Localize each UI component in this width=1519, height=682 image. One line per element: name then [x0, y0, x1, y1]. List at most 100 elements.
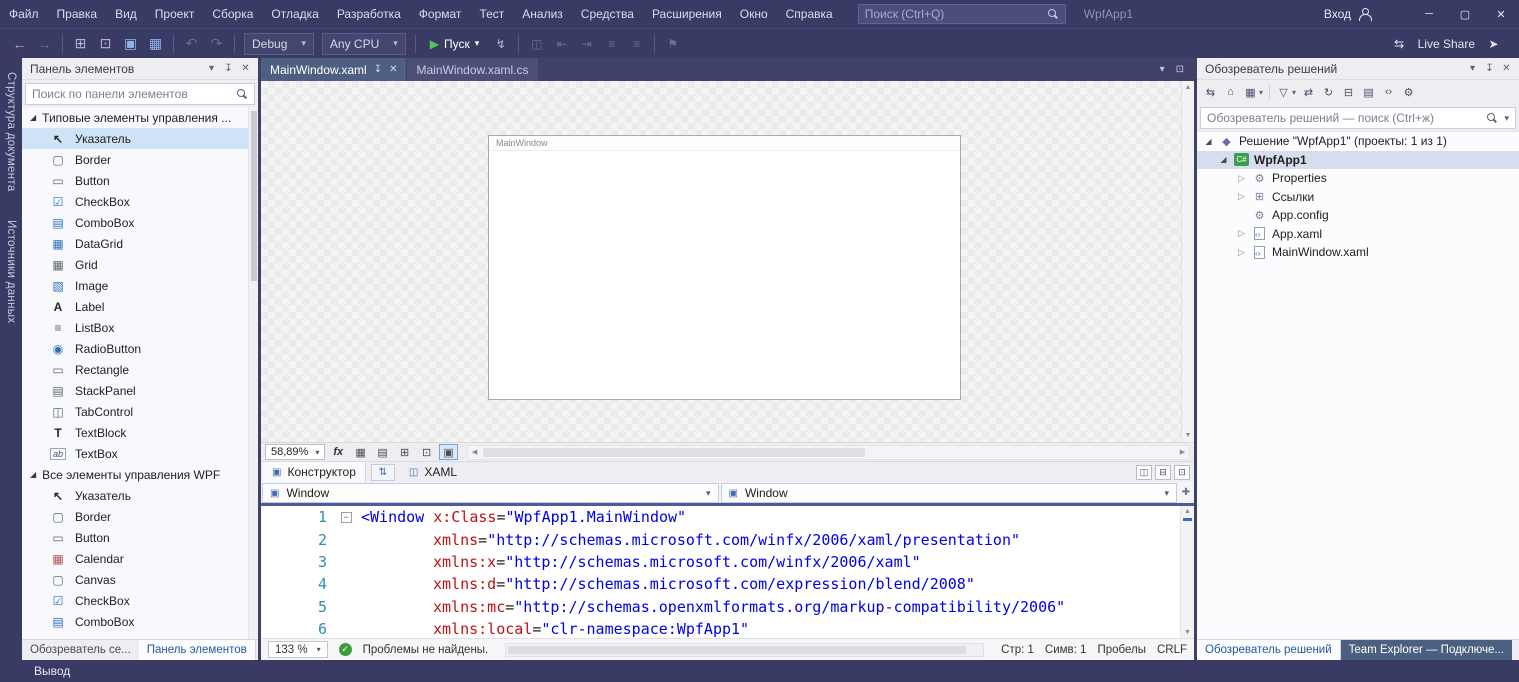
float-window-icon[interactable]: ⊡ — [1176, 64, 1184, 75]
code-line[interactable]: 3 xmlns:x="http://schemas.microsoft.com/… — [261, 551, 1180, 573]
code-line[interactable]: 4 xmlns:d="http://schemas.microsoft.com/… — [261, 573, 1180, 595]
decrease-indent-icon[interactable]: ⇤ — [550, 32, 573, 56]
pin-icon[interactable]: ↧ — [1481, 63, 1498, 74]
tree-row-mainwindow-xaml[interactable]: ▷ MainWindow.xaml — [1197, 243, 1519, 262]
sign-in-button[interactable]: Вход — [1324, 7, 1371, 21]
tree-row-solution[interactable]: ◢ ◆ Решение "WpfApp1" (проекты: 1 из 1) — [1197, 132, 1519, 151]
tab-data-sources[interactable]: Источники данных — [5, 220, 17, 323]
scroll-down-icon[interactable]: ▼ — [1184, 629, 1191, 636]
scroll-right-icon[interactable]: ▶ — [1176, 448, 1189, 456]
save-all-icon[interactable]: ▦ — [144, 32, 167, 56]
toolbox-item-calendar[interactable]: ▦ Calendar — [22, 548, 258, 569]
menu-extensions[interactable]: Расширения — [643, 0, 731, 28]
tree-row-app-config[interactable]: ⚙ App.config — [1197, 206, 1519, 225]
toolbox-section-all-wpf[interactable]: ◢ Все элементы управления WPF — [22, 464, 258, 485]
toolbox-item-border[interactable]: ▢ Border — [22, 506, 258, 527]
toolbox-search-box[interactable] — [25, 83, 255, 105]
uncomment-selection-icon[interactable]: ≡ — [625, 32, 648, 56]
issues-status-text[interactable]: Проблемы не найдены. — [363, 644, 489, 656]
toolbox-item-checkbox[interactable]: ☑ CheckBox — [22, 191, 258, 212]
pin-icon[interactable]: ↧ — [220, 63, 237, 74]
window-position-icon[interactable]: ▾ — [1464, 63, 1481, 74]
vertical-split-icon[interactable]: ◫ — [1136, 465, 1152, 480]
status-line-number[interactable]: Стр: 1 — [1001, 644, 1034, 656]
breadcrumb-splitter-icon[interactable]: ✚ — [1178, 482, 1194, 503]
scroll-left-icon[interactable]: ◀ — [468, 448, 481, 456]
xaml-designer-surface[interactable]: MainWindow ▲ ▼ — [261, 81, 1194, 442]
toolbox-item-radiobutton[interactable]: ◉ RadioButton — [22, 338, 258, 359]
menu-file[interactable]: Файл — [0, 0, 48, 28]
collapse-all-icon[interactable]: ⊟ — [1339, 83, 1358, 102]
toolbox-section-common[interactable]: ◢ Типовые элементы управления ... — [22, 107, 258, 128]
home-icon[interactable]: ⌂ — [1221, 83, 1240, 102]
tab-toolbox[interactable]: Панель элементов — [139, 640, 256, 660]
maximize-button[interactable]: ▢ — [1447, 0, 1483, 28]
toolbox-item-datagrid[interactable]: ▦ DataGrid — [22, 233, 258, 254]
switch-views-icon[interactable]: ⇆ — [1201, 83, 1220, 102]
effects-icon[interactable]: ▣ — [439, 444, 458, 460]
status-spaces-mode[interactable]: Пробелы — [1097, 644, 1146, 656]
close-tab-icon[interactable]: ✕ — [389, 64, 397, 75]
tree-row-project[interactable]: ◢ C# WpfApp1 — [1197, 151, 1519, 170]
start-debugging-button[interactable]: ▶ Пуск ▾ — [422, 32, 488, 56]
tab-team-explorer[interactable]: Team Explorer — Подключе... — [1341, 640, 1512, 660]
menu-test[interactable]: Тест — [470, 0, 513, 28]
code-line[interactable]: 1 − <Windowx:Class="WpfApp1.MainWindow" — [261, 506, 1180, 528]
comment-selection-icon[interactable]: ≡ — [600, 32, 623, 56]
toolbox-item-label[interactable]: A Label — [22, 296, 258, 317]
effects-toggle-button[interactable]: fx — [328, 446, 348, 458]
menu-view[interactable]: Вид — [106, 0, 146, 28]
save-icon[interactable]: ▣ — [119, 32, 142, 56]
toolbox-item-textbox[interactable]: ab TextBox — [22, 443, 258, 464]
toolbox-item-button[interactable]: ▭ Button — [22, 527, 258, 548]
toolbox-item-checkbox[interactable]: ☑ CheckBox — [22, 590, 258, 611]
snaplines-icon[interactable]: ⊞ — [395, 444, 414, 460]
status-column-number[interactable]: Симв: 1 — [1045, 644, 1087, 656]
breadcrumb-element-combo-right[interactable]: ▣ Window ▾ — [721, 483, 1178, 503]
expander-icon[interactable]: ▷ — [1236, 247, 1247, 258]
toolbox-item-image[interactable]: ▧ Image — [22, 275, 258, 296]
close-icon[interactable]: ✕ — [1498, 63, 1515, 74]
toolbox-item-grid[interactable]: ▦ Grid — [22, 254, 258, 275]
pin-tab-icon[interactable]: ↧ — [374, 64, 382, 75]
dropdown-caret-icon[interactable]: ▾ — [1292, 88, 1296, 97]
window-position-icon[interactable]: ▾ — [203, 63, 220, 74]
tree-row-references[interactable]: ▷ ⊞ Ссылки — [1197, 188, 1519, 207]
tab-mainwindow-xaml-cs[interactable]: MainWindow.xaml.cs — [407, 58, 537, 81]
redo-icon[interactable]: ↷ — [205, 32, 228, 56]
tab-design-view[interactable]: ▣ Конструктор — [263, 462, 366, 483]
tab-solution-explorer[interactable]: Обозреватель решений — [1197, 640, 1341, 660]
solution-search-box[interactable]: ▾ — [1200, 107, 1516, 129]
solution-search-input[interactable] — [1207, 111, 1481, 125]
code-line[interactable]: 5 xmlns:mc="http://schemas.openxmlformat… — [261, 596, 1180, 618]
tree-row-properties[interactable]: ▷ ⚙ Properties — [1197, 169, 1519, 188]
toolbox-item-rectangle[interactable]: ▭ Rectangle — [22, 359, 258, 380]
expander-icon[interactable]: ◢ — [1203, 137, 1214, 146]
scroll-up-icon[interactable]: ▲ — [1185, 84, 1192, 91]
code-lines[interactable]: 1 − <Windowx:Class="WpfApp1.MainWindow" … — [261, 506, 1180, 638]
sync-active-document-icon[interactable]: ⇄ — [1299, 83, 1318, 102]
toolbox-item-tabcontrol[interactable]: ◫ TabControl — [22, 401, 258, 422]
expander-icon[interactable]: ▷ — [1236, 228, 1247, 239]
menu-debug[interactable]: Отладка — [262, 0, 327, 28]
toolbox-item-border[interactable]: ▢ Border — [22, 149, 258, 170]
new-view-icon[interactable]: ▦ — [1241, 83, 1260, 102]
live-share-button[interactable]: Live Share — [1418, 37, 1475, 51]
toolbox-item-canvas[interactable]: ▢ Canvas — [22, 569, 258, 590]
scroll-down-icon[interactable]: ▼ — [1185, 432, 1192, 439]
expander-icon[interactable]: ▷ — [1236, 173, 1247, 184]
refresh-icon[interactable]: ↻ — [1319, 83, 1338, 102]
scroll-up-icon[interactable]: ▲ — [1184, 508, 1191, 515]
tree-row-app-xaml[interactable]: ▷ App.xaml — [1197, 225, 1519, 244]
show-all-files-icon[interactable]: ▤ — [1359, 83, 1378, 102]
view-code-icon[interactable]: ‹› — [1379, 83, 1398, 102]
toolbox-item-pointer[interactable]: ↖ Указатель — [22, 128, 258, 149]
navigate-back-icon[interactable]: ← — [8, 32, 31, 56]
menu-edit[interactable]: Правка — [48, 0, 107, 28]
editor-zoom-combo[interactable]: 133 % ▾ — [268, 641, 328, 658]
toolbox-item-combobox[interactable]: ▤ ComboBox — [22, 611, 258, 632]
tab-document-outline[interactable]: Структура документа — [5, 72, 17, 192]
breadcrumb-element-combo-left[interactable]: ▣ Window ▾ — [262, 483, 719, 503]
menu-analyze[interactable]: Анализ — [513, 0, 572, 28]
zoom-fit-icon[interactable]: ⊡ — [417, 444, 436, 460]
